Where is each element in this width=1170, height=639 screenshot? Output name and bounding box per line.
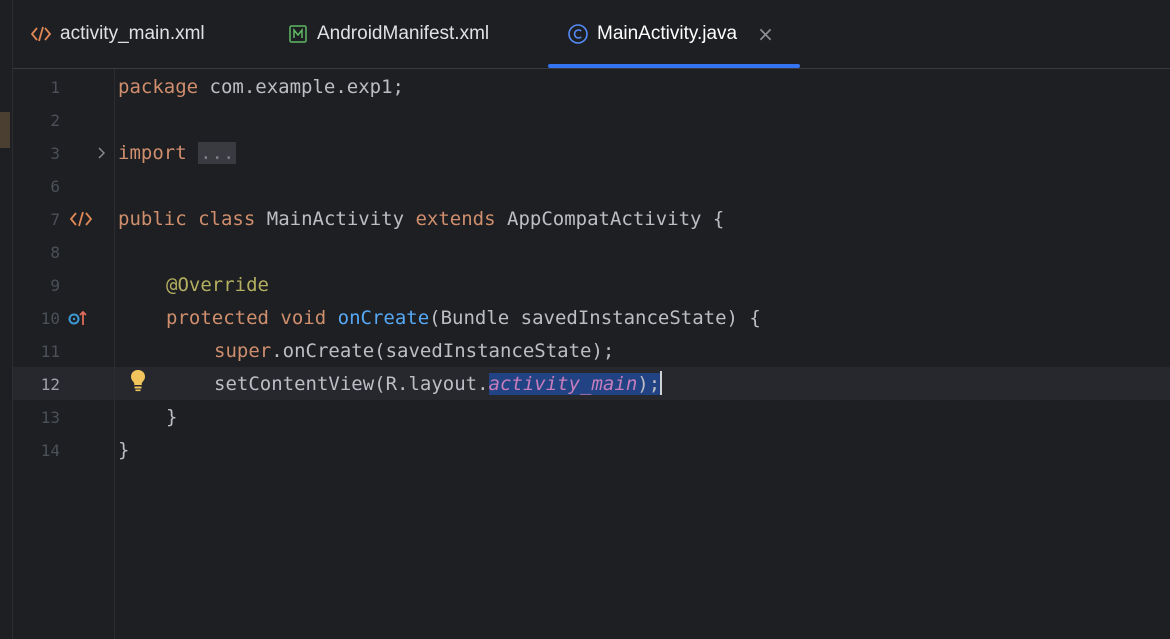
code-line-12: setContentView(R.layout.activity_main); xyxy=(214,368,663,401)
close-icon[interactable]: × xyxy=(757,22,774,46)
tab-label: MainActivity.java xyxy=(597,23,738,44)
code-line-13: } xyxy=(166,401,177,434)
code-line-11: super.onCreate(savedInstanceState); xyxy=(214,335,614,368)
manifest-icon xyxy=(287,23,309,45)
code-line-9: @Override xyxy=(166,269,269,302)
closing-brace: } xyxy=(166,406,178,428)
line-number: 3 xyxy=(50,144,60,163)
line-number: 7 xyxy=(50,210,60,229)
code-text: ); xyxy=(637,373,661,395)
line-number: 10 xyxy=(40,309,60,328)
annotation: @Override xyxy=(166,274,269,296)
line-number: 1 xyxy=(50,78,60,97)
editor-tab-bar: activity_main.xml AndroidManifest.xml Ma… xyxy=(13,0,1170,69)
ide-window: activity_main.xml AndroidManifest.xml Ma… xyxy=(0,0,1170,639)
selected-field: activity_main xyxy=(488,373,638,395)
gutter-divider xyxy=(114,69,115,639)
left-tool-strip xyxy=(0,0,13,639)
code-line-1: package com.example.exp1; xyxy=(118,71,404,104)
code-text: com.example.exp1; xyxy=(198,76,404,98)
code-tag-icon[interactable] xyxy=(68,209,94,229)
folded-imports[interactable]: ... xyxy=(198,142,237,164)
code-text: .onCreate(savedInstanceState); xyxy=(271,340,615,362)
line-number: 8 xyxy=(50,243,60,262)
keyword: extends xyxy=(415,208,496,230)
tab-label: AndroidManifest.xml xyxy=(317,23,490,44)
lightbulb-icon[interactable] xyxy=(127,367,149,393)
xml-code-icon xyxy=(30,23,52,45)
method-name: onCreate xyxy=(337,307,430,329)
line-number-current: 12 xyxy=(40,375,60,394)
code-text: setContentView(R.layout. xyxy=(214,373,489,395)
keyword: public xyxy=(118,208,187,230)
override-method-icon[interactable] xyxy=(67,309,89,327)
keyword: super xyxy=(214,340,272,362)
code-line-10: protected void onCreate(Bundle savedInst… xyxy=(166,302,761,335)
line-number: 13 xyxy=(40,408,60,427)
keyword: package xyxy=(118,76,199,98)
class-icon xyxy=(567,23,589,45)
text-caret xyxy=(660,371,663,395)
tab-main-activity-java[interactable]: MainActivity.java × xyxy=(567,0,774,68)
code-line-14: } xyxy=(118,434,129,467)
left-strip-marker xyxy=(0,112,10,148)
code-editor[interactable]: 1 2 3 6 7 8 9 10 11 12 13 14 package com… xyxy=(13,69,1170,639)
keyword: void xyxy=(280,307,327,329)
code-text: AppCompatActivity { xyxy=(507,208,725,230)
line-number: 11 xyxy=(40,342,60,361)
class-name: MainActivity xyxy=(266,208,405,230)
code-line-3: import ... xyxy=(118,137,237,170)
tab-android-manifest-xml[interactable]: AndroidManifest.xml xyxy=(287,0,489,68)
line-number: 6 xyxy=(50,177,60,196)
tab-activity-main-xml[interactable]: activity_main.xml xyxy=(30,0,205,68)
keyword: protected xyxy=(166,307,269,329)
keyword: import xyxy=(118,142,187,164)
line-number: 2 xyxy=(50,111,60,130)
closing-brace: } xyxy=(118,439,130,461)
line-number: 14 xyxy=(40,441,60,460)
active-tab-indicator xyxy=(548,64,800,68)
keyword: class xyxy=(198,208,256,230)
line-number: 9 xyxy=(50,276,60,295)
fold-chevron-icon[interactable] xyxy=(95,145,109,161)
code-text: (Bundle savedInstanceState) { xyxy=(429,307,761,329)
tab-label: activity_main.xml xyxy=(60,23,205,44)
code-line-7: public class MainActivity extends AppCom… xyxy=(118,203,724,236)
